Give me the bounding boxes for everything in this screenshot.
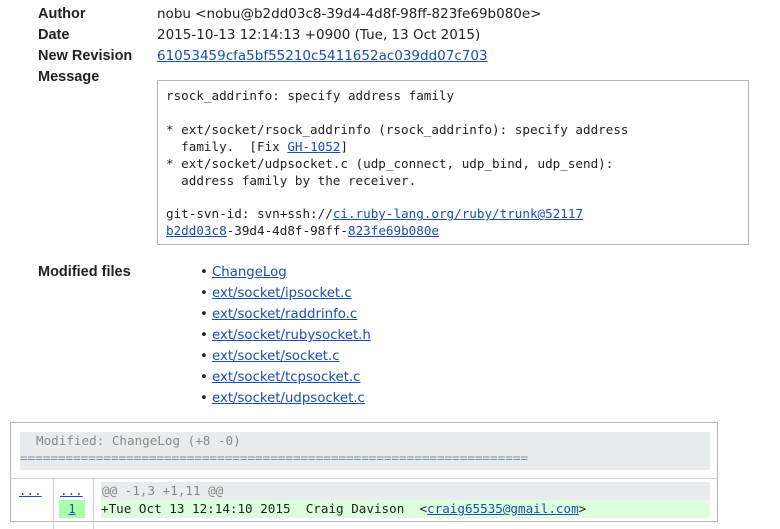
svn-trunk-link[interactable]: ci.ruby-lang.org/ruby/trunk@52117 xyxy=(333,206,583,221)
commit-message-box: rsock_addrinfo: specify address family *… xyxy=(157,80,749,245)
file-link[interactable]: ChangeLog xyxy=(212,265,287,280)
message-line-1: rsock_addrinfo: specify address family xyxy=(166,88,455,103)
bullet-icon: • xyxy=(200,370,208,385)
expand-left-link[interactable]: ... xyxy=(19,483,42,498)
divider xyxy=(11,478,717,479)
bullet-icon: • xyxy=(200,307,208,322)
list-item: • ext/socket/raddrinfo.c xyxy=(200,304,371,325)
list-item: • ext/socket/ipsocket.c xyxy=(200,283,371,304)
expand-right-link[interactable]: ... xyxy=(60,483,83,498)
uuid-link-1[interactable]: b2dd03c8 xyxy=(166,223,227,238)
file-link[interactable]: ext/socket/tcpsocket.c xyxy=(212,370,360,385)
file-link[interactable]: ext/socket/socket.c xyxy=(212,349,340,364)
hunk-header: @@ -1,3 +1,11 @@ xyxy=(101,482,710,500)
diff-header: Modified: ChangeLog (+8 -0) ============… xyxy=(20,432,710,470)
list-item: • ext/socket/socket.c xyxy=(200,346,371,367)
email-link[interactable]: craig65535@gmail.com xyxy=(427,501,579,516)
issue-link[interactable]: GH-1052 xyxy=(287,139,340,154)
message-line-4: * ext/socket/udpsocket.c (udp_connect, u… xyxy=(166,155,614,171)
message-line-5: address family by the receiver. xyxy=(166,172,417,188)
list-item: • ext/socket/rubysocket.h xyxy=(200,325,371,346)
bullet-icon: • xyxy=(200,286,208,301)
date-value: 2015-10-13 12:14:13 +0900 (Tue, 13 Oct 2… xyxy=(157,27,481,43)
uuid-middle: -39d4-4d8f-98ff- xyxy=(226,223,348,239)
file-link[interactable]: ext/socket/rubysocket.h xyxy=(212,328,371,343)
file-link[interactable]: ext/socket/ipsocket.c xyxy=(212,286,352,301)
diff-rule: ========================================… xyxy=(20,450,528,465)
diff-file-title: Modified: ChangeLog (+8 -0) xyxy=(36,433,241,448)
message-line-3-prefix: family. [Fix xyxy=(166,138,288,154)
svn-id-prefix: git-svn-id: svn+ssh:// xyxy=(166,206,333,222)
divider xyxy=(53,479,54,529)
list-item: • ext/socket/udpsocket.c xyxy=(200,388,371,409)
message-line-2: * ext/socket/rsock_addrinfo (rsock_addri… xyxy=(166,121,629,137)
added-line-text: +Tue Oct 13 12:14:10 2015 Craig Davison … xyxy=(101,501,428,516)
list-item: • ext/socket/tcpsocket.c xyxy=(200,367,371,388)
added-line: +Tue Oct 13 12:14:10 2015 Craig Davison … xyxy=(101,500,710,518)
bullet-icon: • xyxy=(200,391,208,406)
diff-panel: Modified: ChangeLog (+8 -0) ============… xyxy=(10,422,718,529)
bullet-icon: • xyxy=(200,328,208,343)
author-label: Author xyxy=(38,6,86,22)
message-label: Message xyxy=(38,69,100,85)
commit-message-text: rsock_addrinfo: specify address family *… xyxy=(166,88,629,240)
modified-files-label: Modified files xyxy=(38,264,131,280)
revision-label: New Revision xyxy=(38,48,133,64)
modified-files-list: • ChangeLog • ext/socket/ipsocket.c • ext/s… xyxy=(200,262,371,409)
bullet-icon: • xyxy=(200,265,208,280)
file-link[interactable]: ext/socket/udpsocket.c xyxy=(212,391,365,406)
list-item: • ChangeLog xyxy=(200,262,371,283)
divider xyxy=(93,479,94,529)
date-label: Date xyxy=(38,27,70,43)
bullet-icon: • xyxy=(200,349,208,364)
added-line-suffix: > xyxy=(578,501,587,516)
author-value: nobu <nobu@b2dd03c8-39d4-4d8f-98ff-823fe… xyxy=(157,6,542,22)
message-line-3-suffix: ] xyxy=(340,138,348,154)
file-link[interactable]: ext/socket/raddrinfo.c xyxy=(212,307,357,322)
line-number-link[interactable]: 1 xyxy=(59,500,85,518)
revision-link[interactable]: 61053459cfa5bf55210c5411652ac039dd07c703 xyxy=(157,48,488,64)
uuid-link-2[interactable]: 823fe69b080e xyxy=(348,223,439,238)
